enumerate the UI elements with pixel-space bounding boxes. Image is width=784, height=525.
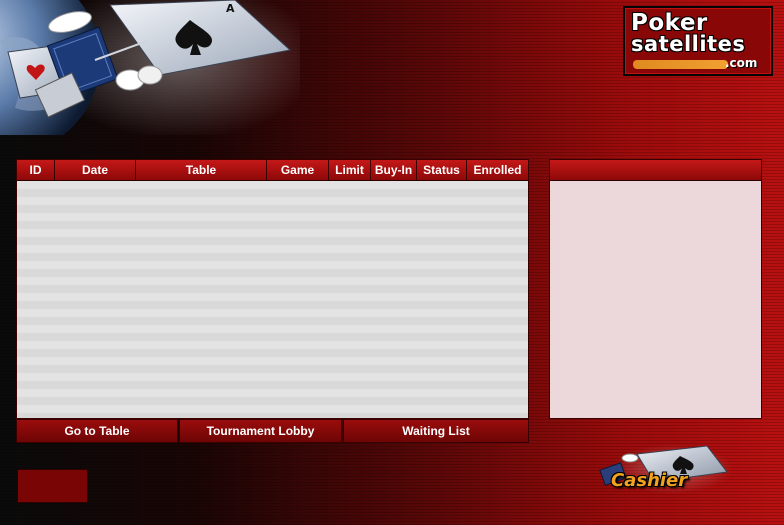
go-to-table-button[interactable]: Go to Table bbox=[16, 419, 178, 443]
column-header-limit[interactable]: Limit bbox=[329, 160, 371, 180]
logo-bar-icon bbox=[633, 60, 728, 69]
column-header-game[interactable]: Game bbox=[267, 160, 329, 180]
hero-artwork: A bbox=[0, 0, 300, 135]
tournament-lobby-button[interactable]: Tournament Lobby bbox=[179, 419, 342, 443]
column-header-enrolled[interactable]: Enrolled bbox=[467, 160, 528, 180]
table-header-row: ID Date Table Game Limit Buy-In Status E… bbox=[17, 160, 528, 181]
logo-text-com: .com bbox=[725, 56, 758, 70]
tournament-table: ID Date Table Game Limit Buy-In Status E… bbox=[16, 159, 529, 419]
waiting-list-button[interactable]: Waiting List bbox=[343, 419, 529, 443]
column-header-buy-in[interactable]: Buy-In bbox=[371, 160, 417, 180]
svg-text:A: A bbox=[226, 2, 235, 15]
details-panel bbox=[549, 159, 762, 419]
column-header-status[interactable]: Status bbox=[417, 160, 467, 180]
logo-text-satellites: satellites bbox=[631, 32, 746, 56]
cashier-label: Cashier bbox=[611, 470, 688, 491]
column-header-id[interactable]: ID bbox=[17, 160, 55, 180]
blank-button[interactable] bbox=[17, 469, 88, 503]
column-header-date[interactable]: Date bbox=[55, 160, 136, 180]
column-header-table[interactable]: Table bbox=[136, 160, 267, 180]
pokersatellites-logo[interactable]: Poker satellites .com bbox=[623, 6, 773, 76]
table-body[interactable] bbox=[17, 181, 528, 418]
cashier-button[interactable]: Cashier bbox=[592, 444, 732, 499]
details-panel-header bbox=[550, 160, 761, 181]
